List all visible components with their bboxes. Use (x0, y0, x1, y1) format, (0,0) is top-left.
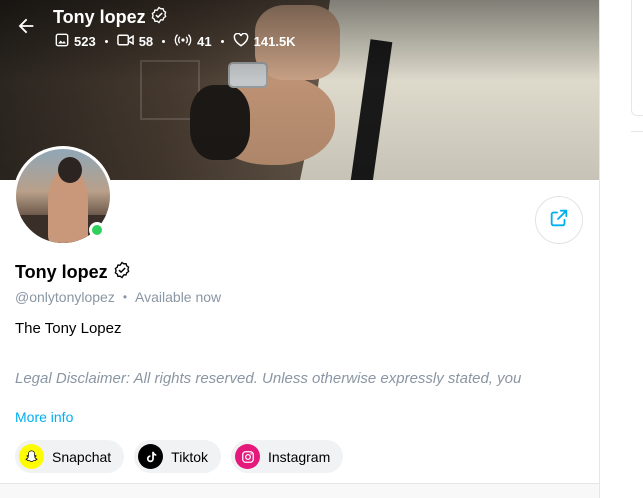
image-icon (55, 33, 69, 50)
arrow-left-icon (15, 15, 37, 42)
social-label: Instagram (268, 448, 331, 465)
verified-badge-icon (113, 261, 131, 284)
profile-handle[interactable]: @onlytonylopez (15, 289, 115, 305)
profile-page: Tony lopez 523 58 41 141.5K Tony lopez @… (0, 0, 643, 498)
header-name: Tony lopez (53, 7, 146, 27)
video-icon (116, 33, 134, 50)
social-links: Snapchat Tiktok Instagram (15, 440, 344, 473)
heart-icon (233, 32, 249, 50)
availability-status: Available now (135, 289, 222, 305)
profile-bio: The Tony Lopez (15, 320, 122, 337)
broadcast-icon (174, 33, 192, 50)
verified-badge-icon (150, 6, 168, 29)
header-title: Tony lopez (53, 6, 168, 29)
stat-videos: 58 (116, 33, 153, 50)
stat-streams: 41 (174, 33, 212, 50)
sidebar-divider (631, 131, 643, 132)
back-button[interactable] (12, 14, 40, 42)
profile-stats: 523 58 41 141.5K (55, 32, 296, 50)
more-info-link[interactable]: More info (15, 409, 73, 425)
online-status-indicator (89, 222, 105, 238)
tiktok-icon (138, 444, 164, 469)
social-label: Snapchat (52, 448, 112, 465)
profile-column: Tony lopez 523 58 41 141.5K Tony lopez @… (0, 0, 600, 498)
handle-row: @onlytonylopez • Available now (15, 289, 222, 305)
snapchat-icon (19, 444, 44, 469)
share-icon (548, 207, 570, 234)
social-label: Tiktok (171, 448, 208, 465)
profile-name: Tony lopez (15, 262, 108, 282)
social-link-snapchat[interactable]: Snapchat (15, 440, 125, 473)
profile-header-bar: Tony lopez 523 58 41 141.5K (0, 0, 599, 60)
social-link-tiktok[interactable]: Tiktok (134, 440, 221, 473)
sidebar-card (631, 0, 643, 116)
section-divider (0, 483, 599, 498)
share-button[interactable] (535, 196, 583, 244)
stat-photos: 523 (55, 33, 96, 50)
instagram-icon (235, 444, 260, 469)
legal-disclaimer: Legal Disclaimer: All rights reserved. U… (15, 369, 575, 399)
stat-likes: 141.5K (233, 32, 296, 50)
social-link-instagram[interactable]: Instagram (231, 440, 344, 473)
profile-name-row: Tony lopez (15, 261, 131, 284)
